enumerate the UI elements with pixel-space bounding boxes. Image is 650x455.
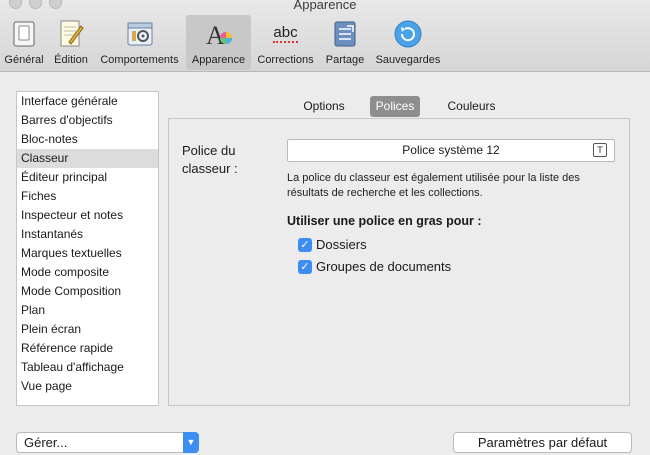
sidebar-item-barres-objectifs[interactable]: Barres d'objectifs <box>17 111 158 130</box>
sidebar-item-plan[interactable]: Plan <box>17 301 158 320</box>
toolbar-behaviors-label: Comportements <box>100 54 179 66</box>
toolbar-edition-label: Édition <box>54 54 88 66</box>
toolbar-backups[interactable]: Sauvegardes <box>372 15 444 70</box>
tab-polices[interactable]: Polices <box>370 96 420 117</box>
toolbar-general[interactable]: Général <box>0 15 48 70</box>
toolbar: Apparence Général Édition Comportements <box>0 0 650 72</box>
tab-couleurs[interactable]: Couleurs <box>439 96 504 117</box>
font-field[interactable]: Police système 12 T <box>287 139 615 162</box>
general-icon <box>13 21 35 47</box>
sidebar-item-classeur[interactable]: Classeur <box>17 149 158 168</box>
sidebar-item-inspecteur-notes[interactable]: Inspecteur et notes <box>17 206 158 225</box>
sidebar-item-mode-composite[interactable]: Mode composite <box>17 263 158 282</box>
manage-popup[interactable]: Gérer... ▼ <box>16 432 199 453</box>
sidebar-item-tableau-affichage[interactable]: Tableau d'affichage <box>17 358 158 377</box>
toolbar-backups-label: Sauvegardes <box>375 54 441 66</box>
font-value: Police système 12 <box>402 143 500 157</box>
toolbar-corrections[interactable]: abc Corrections <box>253 15 318 70</box>
toolbar-general-label: Général <box>4 54 44 66</box>
checkmark-icon[interactable]: ✓ <box>298 237 312 252</box>
window-title: Apparence <box>293 0 357 12</box>
sidebar-item-mode-composition[interactable]: Mode Composition <box>17 282 158 301</box>
backup-icon <box>394 20 422 48</box>
toolbar-edition[interactable]: Édition <box>49 15 93 70</box>
toolbar-behaviors[interactable]: Comportements <box>94 15 185 70</box>
checkbox-groupes-label: Groupes de documents <box>316 259 452 274</box>
font-help-text: La police du classeur est également util… <box>287 172 580 199</box>
checkbox-groupes-documents[interactable]: ✓ Groupes de documents <box>298 258 451 275</box>
manage-popup-label: Gérer... <box>24 435 68 450</box>
toolbar-sharing[interactable]: Partage <box>321 15 369 70</box>
toolbar-appearance-label: Apparence <box>191 54 246 66</box>
tab-options[interactable]: Options <box>294 96 354 117</box>
font-picker-icon[interactable]: T <box>593 143 607 157</box>
sidebar-item-interface-generale[interactable]: Interface générale <box>17 92 158 111</box>
bold-font-label: Utiliser une police en gras pour : <box>287 214 482 228</box>
appearance-icon: A <box>206 21 232 50</box>
font-label: Police du classeur : <box>182 143 238 176</box>
sidebar-item-plein-ecran[interactable]: Plein écran <box>17 320 158 339</box>
behaviors-icon <box>127 22 152 46</box>
sidebar-item-reference-rapide[interactable]: Référence rapide <box>17 339 158 358</box>
sidebar-item-marques-textuelles[interactable]: Marques textuelles <box>17 244 158 263</box>
sidebar-item-instantanes[interactable]: Instantanés <box>17 225 158 244</box>
checkbox-dossiers-label: Dossiers <box>316 237 367 252</box>
sharing-icon <box>334 21 356 47</box>
tab-bar: Options Polices Couleurs <box>168 96 630 118</box>
sidebar-item-fiches[interactable]: Fiches <box>17 187 158 206</box>
corrections-icon-text: abc <box>273 24 298 43</box>
toolbar-corrections-label: Corrections <box>257 54 314 66</box>
chevron-down-icon[interactable]: ▼ <box>183 432 199 453</box>
checkbox-dossiers[interactable]: ✓ Dossiers <box>298 236 367 253</box>
toolbar-appearance[interactable]: A Apparence <box>186 15 251 70</box>
sidebar-item-bloc-notes[interactable]: Bloc-notes <box>17 130 158 149</box>
checkmark-icon[interactable]: ✓ <box>298 259 312 274</box>
sidebar-item-editeur-principal[interactable]: Éditeur principal <box>17 168 158 187</box>
sidebar-item-vue-page[interactable]: Vue page <box>17 377 158 396</box>
defaults-button[interactable]: Paramètres par défaut <box>453 432 632 453</box>
sidebar-list: Interface générale Barres d'objectifs Bl… <box>16 91 159 406</box>
corrections-icon: abc <box>270 18 302 50</box>
edition-icon <box>60 20 84 47</box>
toolbar-sharing-label: Partage <box>325 54 365 66</box>
